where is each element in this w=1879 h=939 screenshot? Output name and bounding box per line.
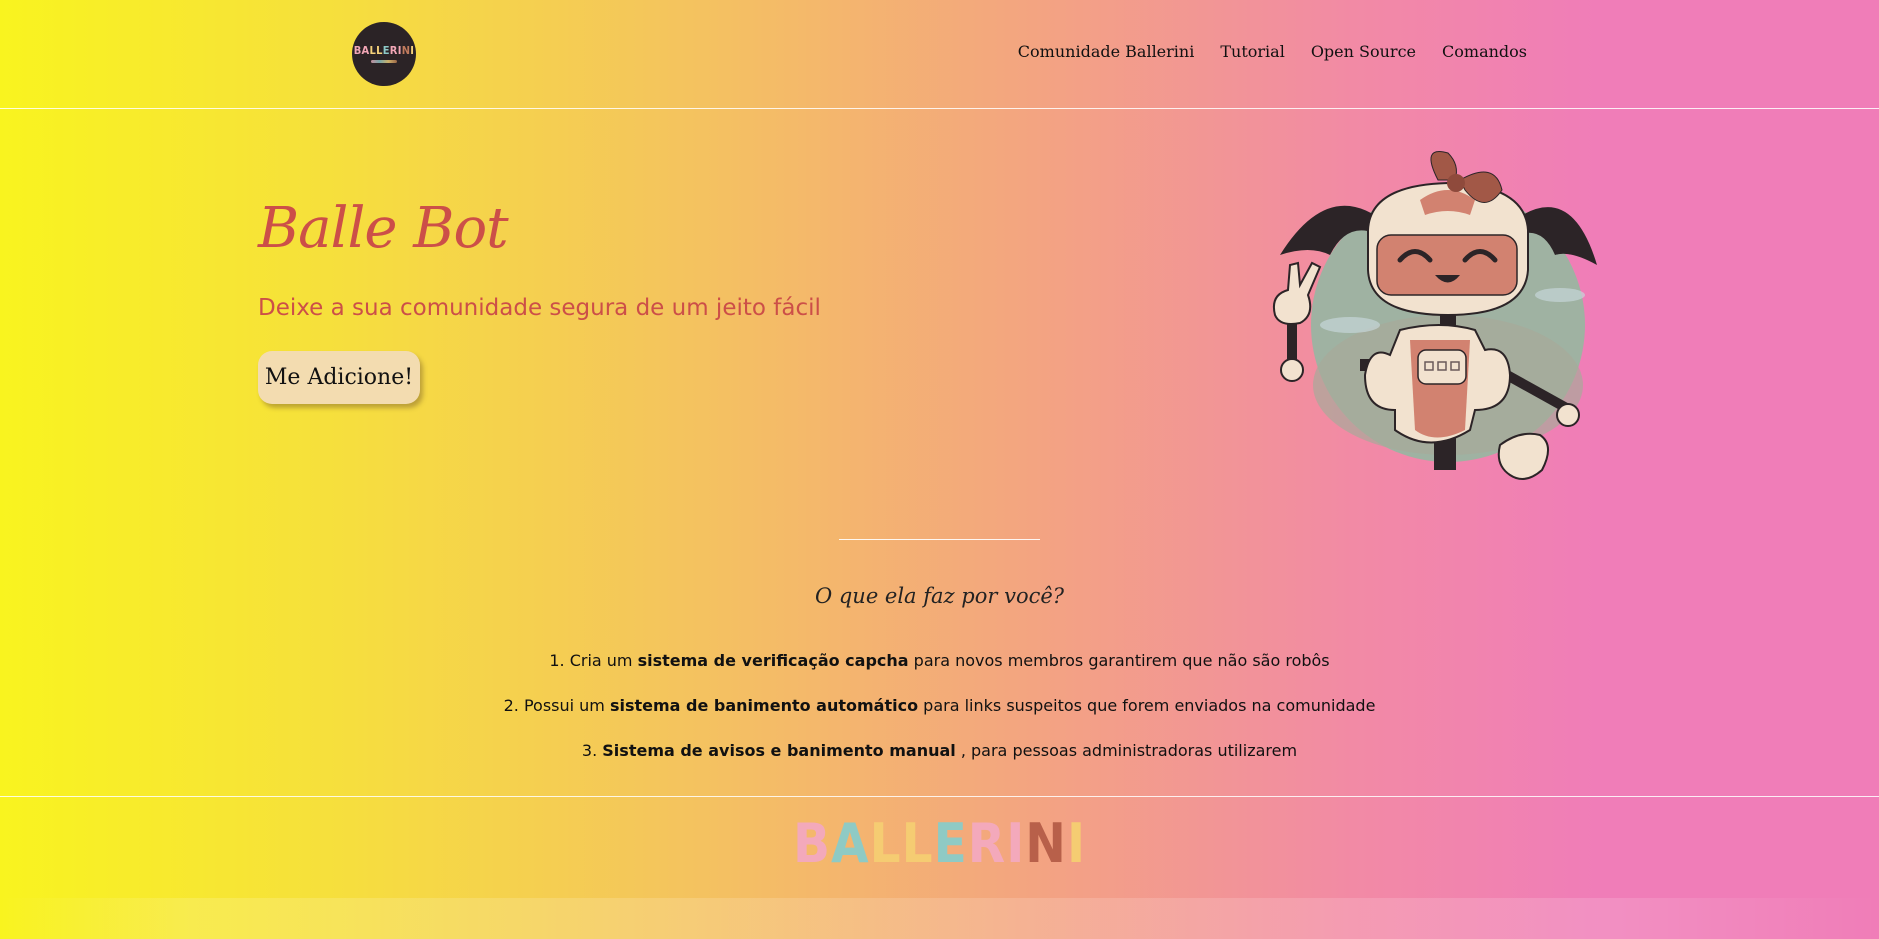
hero-subtitle: Deixe a sua comunidade segura de um jeit… bbox=[258, 295, 821, 321]
logo-letter: L bbox=[869, 812, 902, 875]
logo-letter: L bbox=[901, 812, 934, 875]
feature-item: 3. Sistema de avisos e banimento manual … bbox=[0, 738, 1879, 783]
section-divider bbox=[839, 539, 1040, 540]
bottom-band bbox=[0, 898, 1879, 939]
hero-title: Balle Bot bbox=[258, 196, 509, 261]
ballerini-logo[interactable]: BALLERINI bbox=[352, 22, 416, 86]
footer-ballerini-logo: BALLERINI bbox=[0, 817, 1879, 871]
logo-letter: R bbox=[389, 44, 398, 57]
main-nav: Comunidade Ballerini Tutorial Open Sourc… bbox=[1018, 42, 1527, 61]
logo-letter: N bbox=[1025, 812, 1067, 875]
logo-letter: N bbox=[401, 44, 411, 57]
logo-decoration bbox=[371, 60, 397, 63]
features-list: 1. Cria um sistema de verificação capcha… bbox=[0, 648, 1879, 783]
logo-letter: I bbox=[410, 44, 415, 57]
feature-prefix: 1. Cria um bbox=[549, 651, 638, 670]
site-footer: BALLERINI bbox=[0, 796, 1879, 899]
feature-item: 2. Possui um sistema de banimento automá… bbox=[0, 693, 1879, 738]
logo-letter: I bbox=[1006, 812, 1026, 875]
nav-link-comandos[interactable]: Comandos bbox=[1442, 42, 1527, 61]
feature-suffix: para novos membros garantirem que não sã… bbox=[908, 651, 1330, 670]
logo-letter: E bbox=[933, 812, 968, 875]
nav-link-open-source[interactable]: Open Source bbox=[1311, 42, 1416, 61]
logo-letter: I bbox=[1066, 812, 1086, 875]
feature-suffix: para links suspeitos que forem enviados … bbox=[918, 696, 1376, 715]
feature-prefix: 3. bbox=[581, 741, 603, 760]
features-title: O que ela faz por você? bbox=[814, 584, 1065, 608]
feature-highlight: sistema de verificação capcha bbox=[637, 651, 909, 670]
logo-letter: L bbox=[376, 44, 383, 57]
logo-letter: E bbox=[382, 44, 390, 57]
logo-letter: R bbox=[967, 812, 1007, 875]
feature-item: 1. Cria um sistema de verificação capcha… bbox=[0, 648, 1879, 693]
nav-link-tutorial[interactable]: Tutorial bbox=[1220, 42, 1284, 61]
feature-suffix: , para pessoas administradoras utilizare… bbox=[955, 741, 1298, 760]
site-header: BALLERINI Comunidade Ballerini Tutorial … bbox=[0, 0, 1879, 109]
logo-letter: B bbox=[793, 812, 832, 875]
logo-letter: A bbox=[361, 44, 370, 57]
logo-wordmark: BALLERINI bbox=[354, 45, 415, 56]
robot-mascot-illustration bbox=[1272, 151, 1597, 480]
nav-link-comunidade[interactable]: Comunidade Ballerini bbox=[1018, 42, 1195, 61]
logo-letter: B bbox=[353, 44, 362, 57]
feature-prefix: 2. Possui um bbox=[503, 696, 610, 715]
feature-highlight: sistema de banimento automático bbox=[609, 696, 919, 715]
logo-letter: A bbox=[831, 812, 870, 875]
add-bot-button[interactable]: Me Adicione! bbox=[258, 351, 420, 404]
feature-highlight: Sistema de avisos e banimento manual bbox=[602, 741, 956, 760]
